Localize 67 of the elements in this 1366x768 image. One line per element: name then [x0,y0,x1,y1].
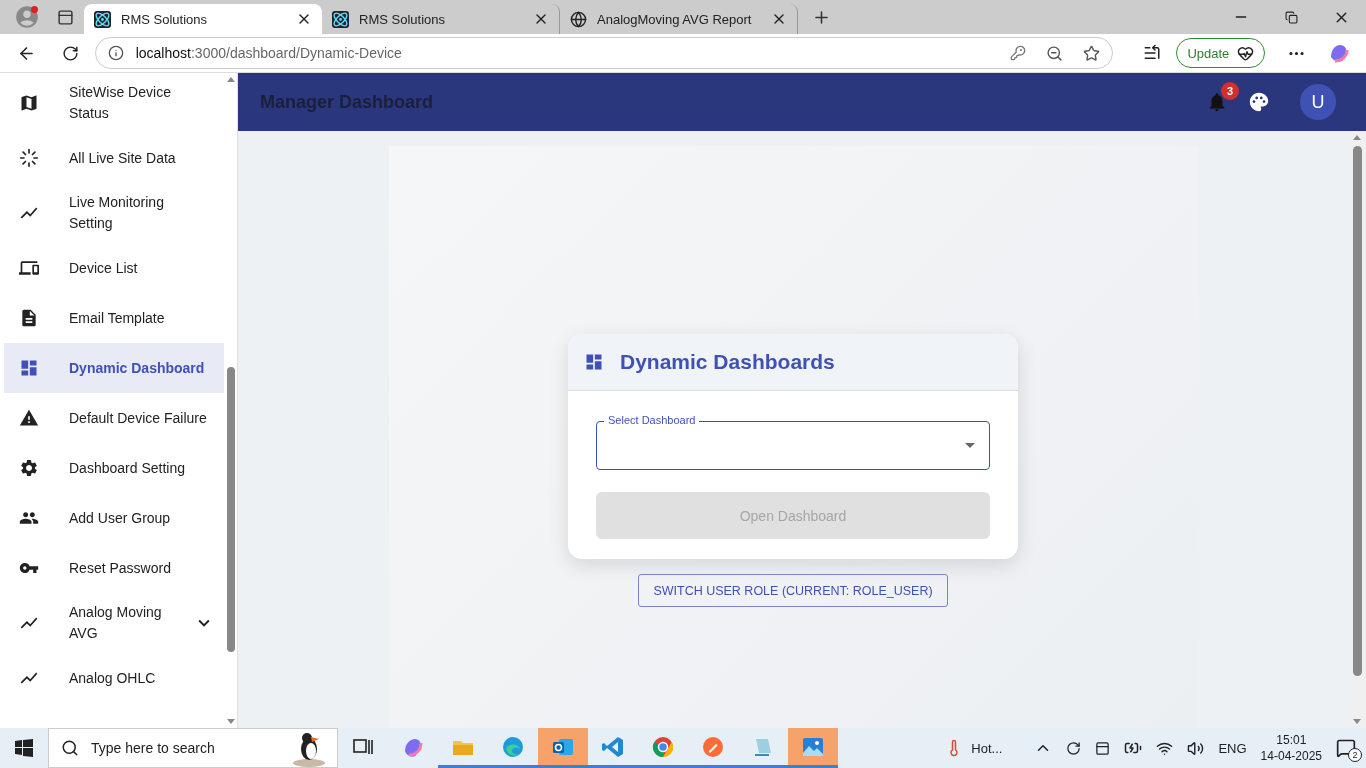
globe-icon [570,10,587,28]
dropdown-arrow-icon [965,443,975,448]
sidebar-item[interactable]: Reset Password [4,543,224,593]
notification-count: 2 [1348,748,1362,762]
sidebar-item[interactable]: SiteWise Device Status [4,73,224,133]
profile-icon[interactable] [14,4,40,30]
sidebar-item[interactable]: Dynamic Dashboard [4,343,224,393]
restore-icon[interactable] [1284,10,1298,24]
sidebar-item[interactable]: All Live Site Data [4,133,224,183]
sidebar-item[interactable]: Add User Group [4,493,224,543]
clock[interactable]: 15:01 14-04-2025 [1260,732,1322,764]
swirl-icon[interactable] [1328,42,1351,64]
warning-icon [19,408,39,428]
devices-icon [19,258,39,278]
star-icon[interactable] [1083,44,1101,62]
windows-icon[interactable] [15,739,33,757]
tab-title: AnalogMoving AVG Report [597,11,753,27]
scrollbar-thumb[interactable] [1352,146,1362,676]
tab-title: RMS Solutions [359,11,446,27]
user-avatar[interactable]: U [1300,84,1336,120]
pen-circle-icon [701,734,725,759]
volume-icon[interactable] [1187,739,1205,757]
key-icon[interactable] [1010,45,1027,61]
url-host: localhost [135,45,191,61]
url-path: :3000/dashboard/Dynamic-Device [190,45,403,61]
card-title: Dynamic Dashboards [620,350,835,374]
page-title: Manager Dashboard [260,91,435,113]
tab-title: RMS Solutions [121,11,208,27]
heart-pulse-icon [1237,44,1255,62]
document-icon [19,308,39,328]
weather-text[interactable]: Hot... [971,740,1003,756]
window-icon[interactable] [1095,740,1111,756]
favorites-icon[interactable] [1142,44,1161,62]
scrollbar-thumb[interactable] [226,367,235,652]
browser-tab[interactable]: RMS Solutions [84,4,322,34]
notification-dot [31,6,38,13]
search-field[interactable]: Type here to search [48,728,338,768]
search-icon [61,739,79,757]
settings-icon [19,458,39,478]
switch-role-button[interactable]: SWITCH USER ROLE (CURRENT: ROLE_USER) [638,574,948,607]
dashboard-icon [19,358,39,378]
tab-actions-icon[interactable] [56,8,74,26]
dashboard-icon [584,352,604,372]
notification-badge: 3 [1221,82,1239,100]
atom-icon [332,10,349,28]
map-icon [19,93,39,113]
dotted-circle-icon [19,148,39,168]
info-icon[interactable] [107,45,124,61]
notifications-icon[interactable] [1336,738,1356,758]
sidebar-item[interactable]: Default Device Failure [4,393,224,443]
reload-icon[interactable] [61,44,79,62]
code-icon [601,734,625,759]
update-button[interactable]: Update [1176,38,1266,68]
sidebar-item[interactable]: Email Template [4,293,224,343]
sidebar-item[interactable]: Device List [4,243,224,293]
sync-icon[interactable] [1066,740,1082,756]
palette-icon[interactable] [1248,91,1270,113]
scroll-up-icon[interactable] [1353,135,1361,140]
sidebar-item[interactable]: Analog Moving AVG [4,593,224,653]
ring-icon [651,734,675,759]
zoom-out-icon[interactable] [1046,44,1064,62]
sidebar-item[interactable]: Dashboard Setting [4,443,224,493]
sidebar-item[interactable]: Live Monitoring Setting [4,183,224,243]
sidebar-item[interactable]: Analog OHLC [4,653,224,703]
wave-icon [501,734,525,759]
atom-icon [94,10,111,28]
language-indicator[interactable]: ENG [1218,740,1247,756]
